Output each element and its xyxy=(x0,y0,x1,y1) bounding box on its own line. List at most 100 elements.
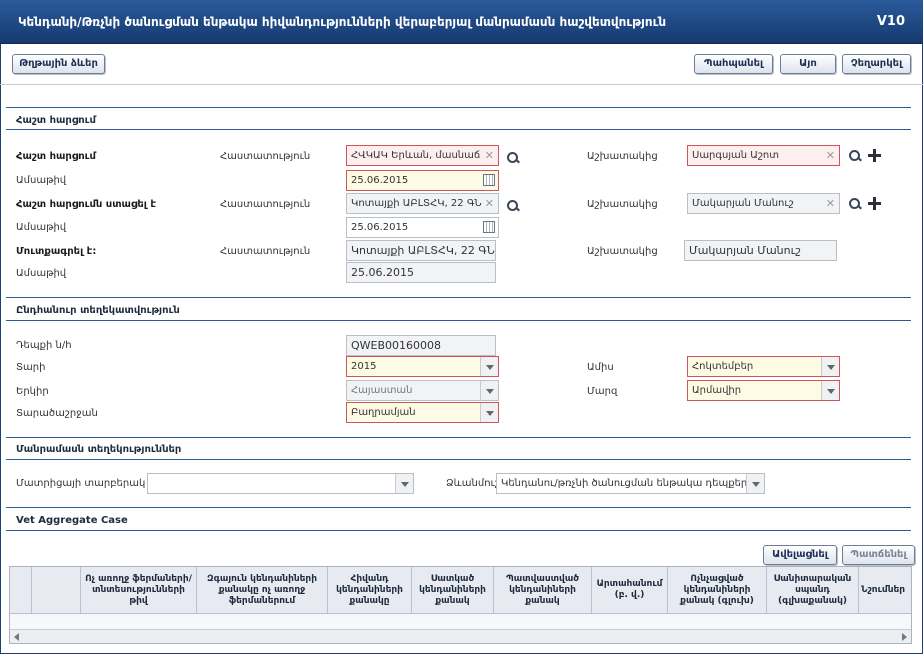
grid-column-header[interactable]: Ոչնչացված կենդանիների քանակ (գլուխ) xyxy=(668,567,767,613)
entered-date-value: 25.06.2015 xyxy=(351,266,414,279)
clear-icon[interactable]: ✕ xyxy=(485,146,494,165)
version-label: V10 xyxy=(876,14,905,29)
grid-column-header[interactable]: Պատվաստված կենդանիների քանակ xyxy=(494,567,592,613)
month-value: Հոկտեմբեր xyxy=(692,361,754,372)
calendar-icon[interactable] xyxy=(483,174,495,186)
section-title-report: Հաշտ հարցում xyxy=(16,115,96,126)
received-employee-field[interactable]: Սարգսյան Աշոտ ✕ xyxy=(687,145,840,166)
settlement-select[interactable]: Բաղրամյան xyxy=(346,402,499,423)
entered-org-value: Կոտայքի ԱԲԼՏՀԿ, 22 ԳՆ xyxy=(351,244,495,257)
section-divider xyxy=(6,297,911,298)
grid-body xyxy=(10,613,911,629)
received-date-value: 25.06.2015 xyxy=(351,175,409,186)
sent-employee-label: Աշխատակից xyxy=(587,199,658,210)
section-divider xyxy=(6,320,911,321)
received-date-label: Ամսաթիվ xyxy=(16,175,67,186)
grid-column-header[interactable]: Արտահանում (բ. վ.) xyxy=(592,567,668,613)
grid-header: Ոչ առողջ ֆերմաների/ տնտեսությունների թիվ… xyxy=(10,567,911,613)
chevron-down-icon[interactable] xyxy=(395,474,413,493)
region-select[interactable]: Արմավիր xyxy=(687,380,840,401)
sent-date-value: 25.06.2015 xyxy=(351,222,409,233)
section-divider xyxy=(6,530,911,531)
sent-org-field[interactable]: Կոտայքի ԱԲԼՏՀԿ, 22 ԳՆ ✕ xyxy=(346,193,499,214)
region-value: Արմավիր xyxy=(692,385,742,396)
year-value: 2015 xyxy=(351,361,377,372)
settlement-value: Բաղրամյան xyxy=(351,407,416,418)
clear-icon[interactable]: ✕ xyxy=(485,194,494,213)
grid-column-header[interactable]: Զգայուն կենդանիների քանակը ոչ առողջ ֆերմ… xyxy=(197,567,328,613)
template-value: Կենդանու/թռչնի ծանուցման ենթակա դեպքեր xyxy=(501,478,748,489)
sent-employee-value: Մակարյան Մանուշ xyxy=(692,198,794,209)
grid-column-header[interactable]: Հիվանդ կենդանիների քանակը xyxy=(328,567,412,613)
add-icon[interactable] xyxy=(868,149,882,163)
sent-date-field[interactable]: 25.06.2015 xyxy=(346,217,499,238)
entered-by-label: Մուտքագրել է: xyxy=(16,246,97,257)
add-row-button[interactable]: Ավելացնել xyxy=(763,545,837,565)
grid-column-header[interactable]: Սատկած կենդանիների քանակ xyxy=(412,567,494,613)
matrix-label: Մատրիցայի տարբերակ xyxy=(16,478,146,489)
chevron-down-icon[interactable] xyxy=(480,357,498,376)
toolbar-divider xyxy=(0,84,923,85)
country-select: Հայաստան xyxy=(346,380,499,401)
settlement-label: Տարածաշրջան xyxy=(16,408,98,419)
copy-row-button: Պատճենել xyxy=(842,545,915,565)
section-divider xyxy=(6,507,911,508)
horizontal-scrollbar[interactable] xyxy=(10,629,911,643)
received-org-value: ՀՎԿԱԿ Երևան, մասնաճ xyxy=(351,150,481,161)
entered-employee-field: Մակարյան Մանուշ xyxy=(684,240,837,261)
chevron-down-icon[interactable] xyxy=(480,403,498,422)
case-id-field: QWEB00160008 xyxy=(346,335,496,356)
region-label: Մարզ xyxy=(587,386,618,397)
grid-column-header[interactable]: Սանիտարական սպանդ (գլխաքանակ) xyxy=(767,567,859,613)
template-select[interactable]: Կենդանու/թռչնի ծանուցման ենթակա դեպքեր xyxy=(496,473,765,494)
clear-icon[interactable]: ✕ xyxy=(826,194,835,213)
month-label: Ամիս xyxy=(587,362,614,373)
window-title: Կենդանի/Թռչնի ծանուցման ենթակա հիվանդութ… xyxy=(18,15,667,29)
calendar-icon[interactable] xyxy=(483,221,495,233)
case-id-label: Դեպքի ն/հ xyxy=(16,340,72,351)
chevron-down-icon[interactable] xyxy=(746,474,764,493)
entered-employee-label: Աշխատակից xyxy=(587,246,658,257)
section-title-general: Ընդհանուր տեղեկատվություն xyxy=(16,305,180,316)
entered-date-field: 25.06.2015 xyxy=(346,262,496,283)
title-bar: Կենդանի/Թռչնի ծանուցման ենթակա հիվանդութ… xyxy=(0,0,923,44)
received-date-field[interactable]: 25.06.2015 xyxy=(346,170,499,191)
save-button[interactable]: Պահպանել xyxy=(694,54,773,74)
year-select[interactable]: 2015 xyxy=(346,356,499,377)
paper-forms-button[interactable]: Թղթային ձևեր xyxy=(12,54,105,74)
search-icon[interactable] xyxy=(506,199,520,213)
grid-column-header[interactable] xyxy=(10,567,32,613)
section-divider xyxy=(6,437,911,438)
chevron-down-icon[interactable] xyxy=(821,357,839,376)
clear-icon[interactable]: ✕ xyxy=(826,146,835,165)
sent-by-label: Հաշտ հարցումն ստացել է xyxy=(16,199,157,210)
grid-column-header[interactable]: Ոչ առողջ ֆերմաների/ տնտեսությունների թիվ xyxy=(81,567,197,613)
search-icon[interactable] xyxy=(848,197,862,211)
received-employee-label: Աշխատակից xyxy=(587,151,658,162)
aggregate-grid[interactable]: Ոչ առողջ ֆերմաների/ տնտեսությունների թիվ… xyxy=(9,566,912,644)
entered-org-label: Հաստատություն xyxy=(220,246,311,257)
received-employee-value: Սարգսյան Աշոտ xyxy=(692,150,780,161)
sent-date-label: Ամսաթիվ xyxy=(16,222,67,233)
sent-employee-field[interactable]: Մակարյան Մանուշ ✕ xyxy=(687,193,840,214)
month-select[interactable]: Հոկտեմբեր xyxy=(687,356,840,377)
chevron-down-icon[interactable] xyxy=(821,381,839,400)
search-icon[interactable] xyxy=(506,151,520,165)
section-divider xyxy=(6,107,911,108)
case-id-value: QWEB00160008 xyxy=(351,339,442,352)
search-icon[interactable] xyxy=(848,149,862,163)
year-label: Տարի xyxy=(16,362,46,373)
matrix-select[interactable] xyxy=(147,473,414,494)
grid-column-header[interactable] xyxy=(32,567,81,613)
scroll-right-icon[interactable] xyxy=(902,633,907,641)
cancel-button[interactable]: Չեղարկել xyxy=(842,54,911,74)
add-icon[interactable] xyxy=(868,197,882,211)
entered-date-label: Ամսաթիվ xyxy=(16,268,67,279)
entered-employee-value: Մակարյան Մանուշ xyxy=(689,244,801,257)
ok-button[interactable]: Այո xyxy=(780,54,836,74)
sent-org-value: Կոտայքի ԱԲԼՏՀԿ, 22 ԳՆ xyxy=(351,198,482,209)
received-org-field[interactable]: ՀՎԿԱԿ Երևան, մասնաճ ✕ xyxy=(346,145,499,166)
scroll-left-icon[interactable] xyxy=(14,633,19,641)
grid-column-header[interactable]: Նշումներ xyxy=(859,567,911,613)
received-by-label: Հաշտ հարցում xyxy=(16,151,96,162)
